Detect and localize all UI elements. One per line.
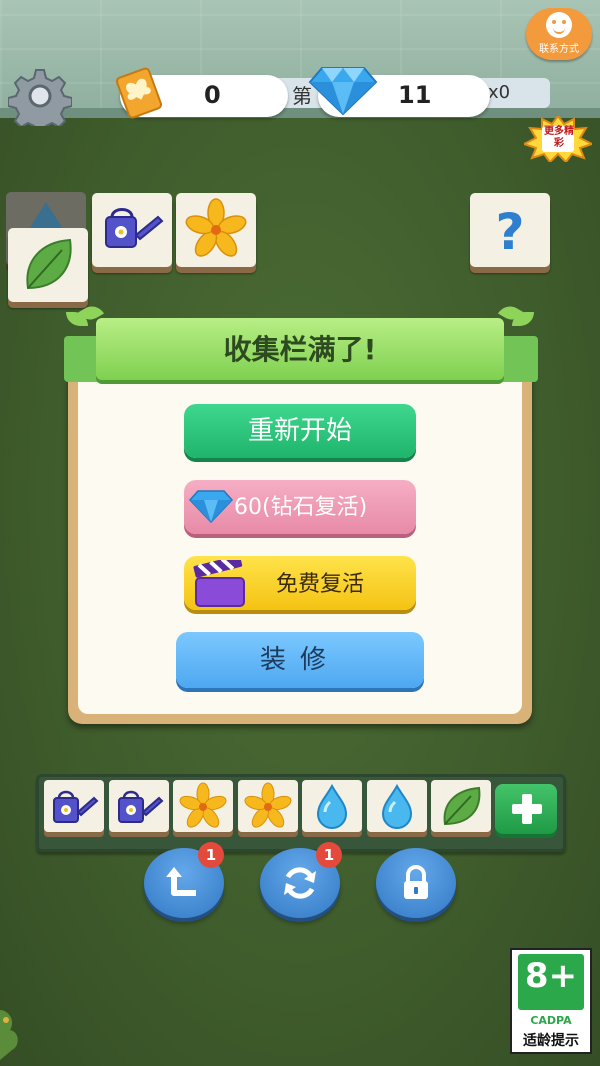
board-tile[interactable]	[176, 193, 256, 267]
contact-button[interactable]: 联系方式	[526, 8, 592, 60]
settings-gear-icon[interactable]	[8, 66, 72, 126]
tray-slot	[173, 780, 233, 832]
watering-can-icon	[105, 208, 164, 248]
tray-slot	[431, 780, 491, 832]
gem-count: 11	[398, 81, 432, 109]
undo-arrow-icon	[166, 867, 196, 896]
diamond-icon	[308, 67, 378, 116]
add-slot-button[interactable]	[495, 784, 557, 834]
water-drop-icon	[381, 783, 412, 829]
decorate-button[interactable]: 装修	[176, 632, 424, 688]
lock-button[interactable]	[376, 848, 456, 918]
lock-icon	[404, 865, 428, 899]
board-tile[interactable]	[8, 228, 88, 302]
plant-decoration	[0, 1010, 18, 1060]
watering-can-icon	[53, 790, 99, 823]
undo-count-badge: 1	[198, 842, 224, 868]
gem-revive-label: 60(钻石复活)	[234, 495, 368, 520]
tray-slot	[366, 780, 427, 832]
shuffle-count-badge: 1	[316, 842, 342, 868]
more-games-label[interactable]: 更多精彩	[544, 126, 574, 150]
watering-can-icon	[117, 790, 163, 823]
question-icon: ?	[495, 203, 524, 261]
free-revive-label: 免费复活	[276, 572, 365, 597]
refresh-icon	[284, 867, 316, 899]
butterfly-card-icon	[115, 67, 163, 119]
smiley-icon	[546, 12, 572, 38]
tray-slot	[302, 780, 362, 832]
water-drop-icon	[316, 783, 348, 829]
leaf-icon	[26, 238, 72, 290]
clapperboard-icon	[193, 560, 245, 607]
leaf-icon	[443, 786, 481, 826]
diamond-icon	[188, 490, 234, 524]
tray-slot	[108, 780, 169, 832]
card-count: 0	[204, 81, 221, 109]
flower-icon	[179, 782, 227, 828]
tray-slot	[237, 780, 298, 832]
age-rating-value: 8+	[524, 956, 578, 996]
board-tile[interactable]	[92, 193, 172, 267]
flower-icon	[185, 198, 247, 257]
flower-icon	[244, 782, 291, 828]
tray-slot	[44, 780, 104, 832]
age-rating-badge: 8+ CADPA 适龄提示	[510, 948, 592, 1054]
svg-text:?: ?	[495, 203, 524, 261]
age-rating-label: 适龄提示	[523, 1033, 579, 1049]
dialog-title: 收集栏满了!	[223, 333, 377, 366]
restart-button[interactable]: 重新开始	[184, 404, 416, 458]
score-multiplier: x0	[488, 82, 511, 103]
age-rating-org: CADPA	[530, 1014, 572, 1027]
board-tile[interactable]: ?	[470, 193, 550, 267]
contact-label: 联系方式	[539, 44, 579, 55]
